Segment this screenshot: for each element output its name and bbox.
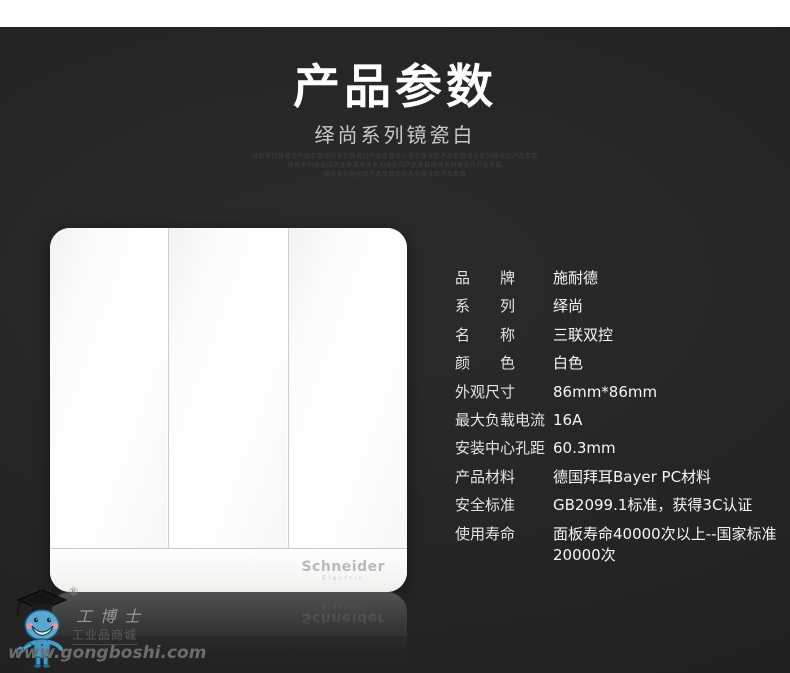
spec-row-color: 颜色 白色	[455, 349, 790, 377]
spec-value: 面板寿命40000次以上--国家标准20000次	[553, 524, 790, 566]
spec-table: 品牌 施耐德 系列 绎尚 名称 三联双控 颜色 白色 外观尺寸 86mm*86m…	[455, 264, 790, 566]
decorative-micro-text: 绎尚系列镜瓷白产品参数绎尚系列镜瓷白产品参数绎尚系列镜瓷白产品参数绎尚系列镜瓷白…	[0, 152, 790, 179]
watermark-name: 工博士	[76, 603, 148, 627]
micro-text-line: 绎尚系列镜瓷白产品参数绎尚系列镜瓷白产品参数	[0, 170, 790, 179]
rocker-right	[288, 228, 407, 548]
spec-value: 16A	[553, 410, 790, 431]
spec-row-material: 产品材料 德国拜耳Bayer PC材料	[455, 463, 790, 491]
spec-label: 名称	[455, 325, 553, 345]
spec-label: 品牌	[455, 268, 553, 288]
top-white-strip	[0, 0, 790, 27]
spec-row-brand: 品牌 施耐德	[455, 264, 790, 292]
micro-text-line: 绎尚系列镜瓷白产品参数绎尚系列镜瓷白产品参数绎尚系列镜瓷白产品参数	[0, 161, 790, 170]
micro-text-line: 绎尚系列镜瓷白产品参数绎尚系列镜瓷白产品参数绎尚系列镜瓷白产品参数绎尚系列镜瓷白…	[0, 152, 790, 161]
schneider-logo-text: Schneider	[301, 560, 385, 574]
spec-label: 使用寿命	[455, 524, 553, 544]
spec-row-dimensions: 外观尺寸 86mm*86mm	[455, 378, 790, 406]
watermark: ® 工博士 工业品商城 www.gongboshi.com	[8, 583, 193, 673]
spec-label: 产品材料	[455, 467, 553, 487]
switch-rockers	[50, 228, 407, 548]
spec-label: 颜色	[455, 353, 553, 373]
spec-value: GB2099.1标准，获得3C认证	[553, 495, 790, 516]
spec-row-series: 系列 绎尚	[455, 292, 790, 320]
spec-label: 系列	[455, 296, 553, 316]
spec-value: 86mm*86mm	[553, 382, 790, 403]
schneider-logo: Schneider Electric	[301, 560, 385, 582]
spec-value: 施耐德	[553, 268, 790, 289]
spec-label: 安装中心孔距	[455, 438, 553, 458]
registered-trademark-icon: ®	[68, 585, 79, 598]
spec-row-max-current: 最大负载电流 16A	[455, 406, 790, 434]
page-title: 产品参数	[0, 64, 790, 111]
spec-row-safety-standard: 安全标准 GB2099.1标准，获得3C认证	[455, 491, 790, 519]
spec-label: 外观尺寸	[455, 382, 553, 402]
spec-label: 安全标准	[455, 495, 553, 515]
switch-panel-image: Schneider Electric	[50, 228, 407, 592]
product-parameters-page: 产品参数 绎尚系列镜瓷白 绎尚系列镜瓷白产品参数绎尚系列镜瓷白产品参数绎尚系列镜…	[0, 0, 790, 673]
rocker-middle	[168, 228, 287, 548]
watermark-url: www.gongboshi.com	[8, 643, 206, 663]
spec-row-lifespan: 使用寿命 面板寿命40000次以上--国家标准20000次	[455, 520, 790, 566]
spec-value: 德国拜耳Bayer PC材料	[553, 467, 790, 488]
spec-value: 绎尚	[553, 296, 790, 317]
spec-row-hole-distance: 安装中心孔距 60.3mm	[455, 434, 790, 462]
spec-label: 最大负载电流	[455, 410, 553, 430]
schneider-logo-subtext: Electric	[301, 576, 385, 582]
spec-value: 60.3mm	[553, 438, 790, 459]
spec-value: 白色	[553, 353, 790, 374]
rocker-left	[50, 228, 168, 548]
page-subtitle: 绎尚系列镜瓷白	[0, 125, 790, 145]
spec-row-name: 名称 三联双控	[455, 321, 790, 349]
spec-value: 三联双控	[553, 325, 790, 346]
